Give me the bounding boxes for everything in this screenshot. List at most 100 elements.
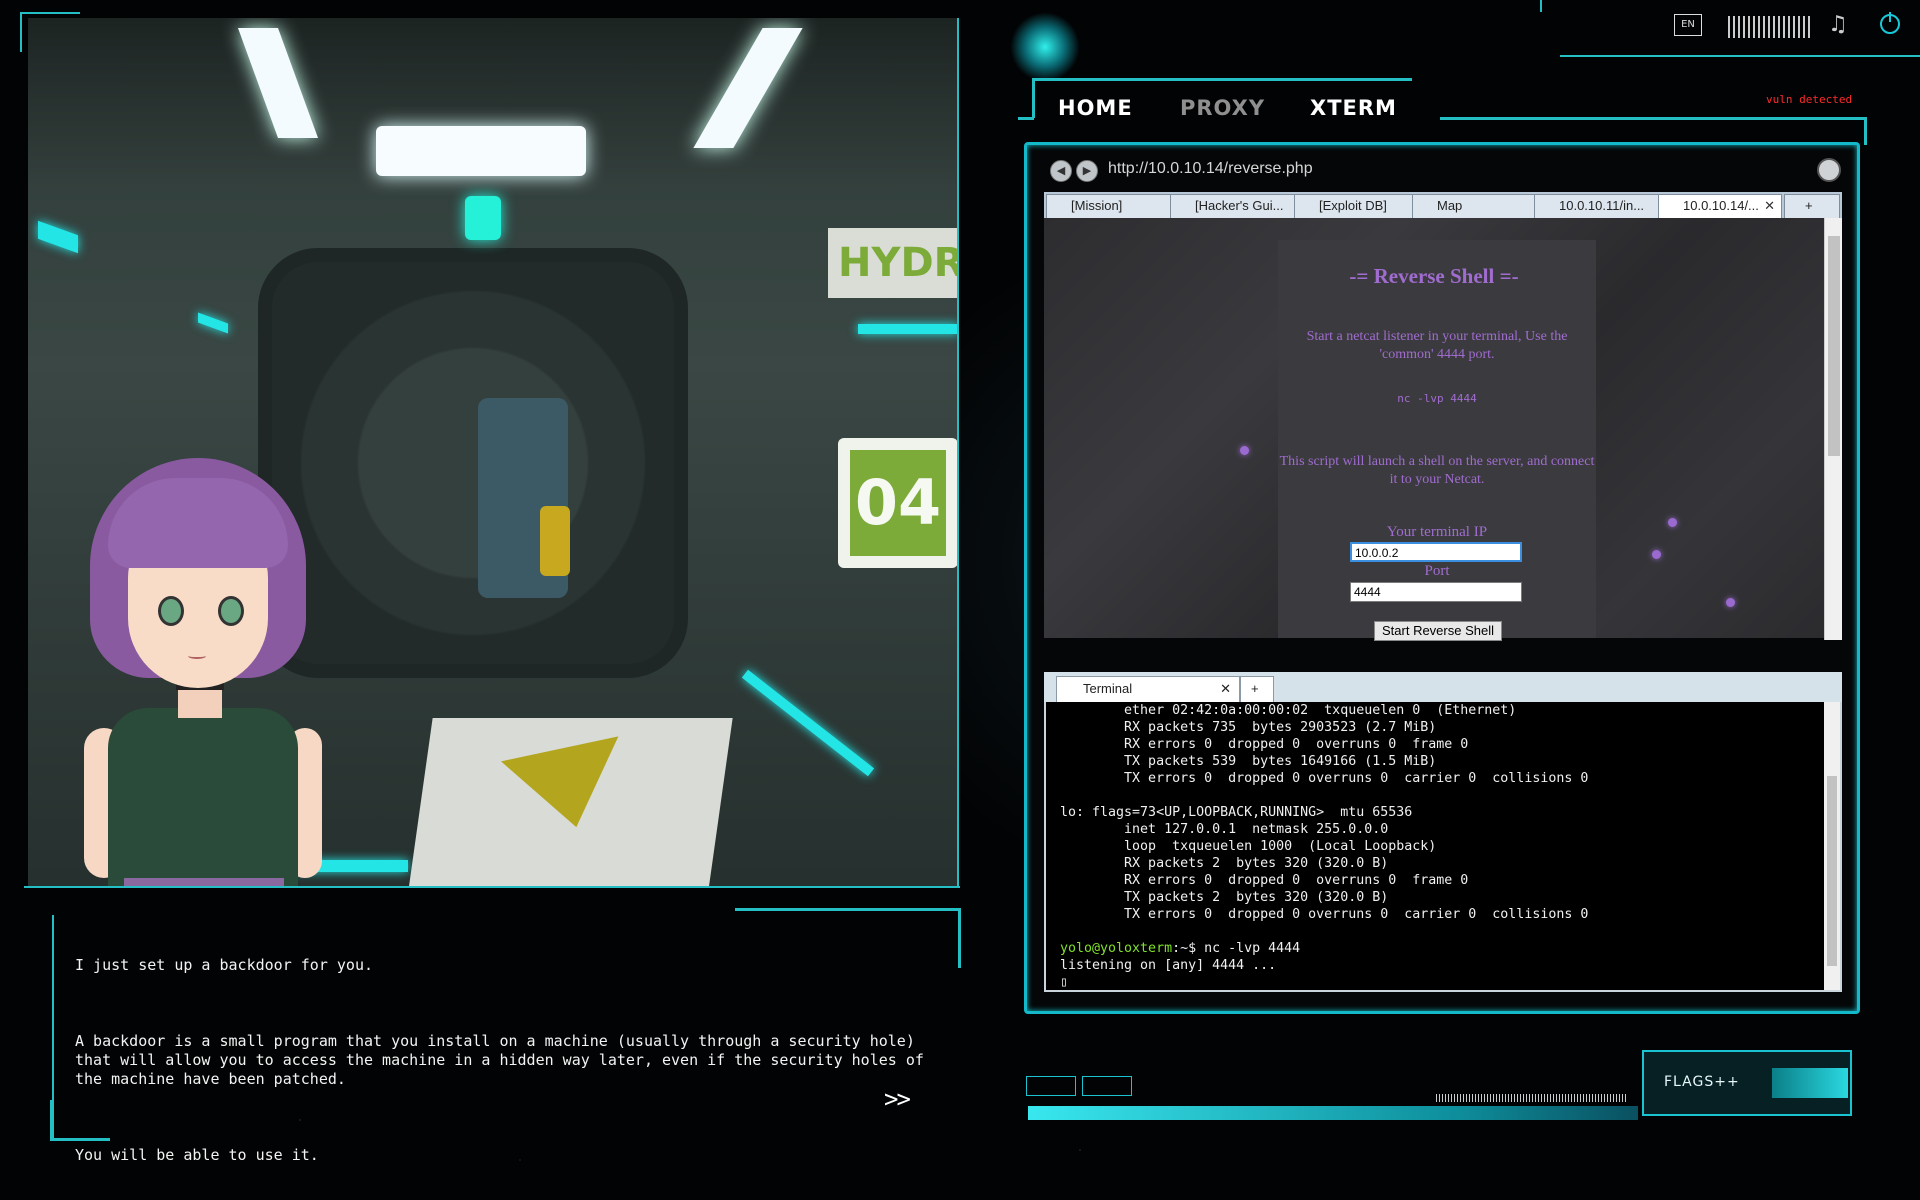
terminal-line: TX errors 0 dropped 0 overruns 0 carrier… xyxy=(1124,907,1589,922)
terminal-line: listening on [any] 4444 ... ▯ xyxy=(1060,958,1277,990)
terminal-line: ether 02:42:0a:00:00:02 txqueuelen 0 (Et… xyxy=(1124,703,1517,718)
tab-home[interactable]: HOME xyxy=(1058,96,1133,120)
dialog-line: You will be able to use it. xyxy=(75,1146,319,1164)
flags-indicator xyxy=(1772,1068,1848,1098)
terminal-line: TX packets 539 bytes 1649166 (1.5 MiB) xyxy=(1124,754,1437,769)
character-skirt xyxy=(124,878,284,886)
port-label: Port xyxy=(1424,563,1450,579)
terminal-text: ether 02:42:0a:00:00:02 txqueuelen 0 (Et… xyxy=(1060,702,1589,990)
particle xyxy=(1668,518,1677,527)
close-tab-icon[interactable]: ✕ xyxy=(1220,677,1231,701)
flags-button[interactable]: FLAGS++ xyxy=(1642,1050,1852,1116)
hud-line xyxy=(1560,55,1920,57)
new-terminal-tab-button[interactable]: + xyxy=(1240,676,1274,702)
terminal-line: loop txqueuelen 1000 (Local Loopback) xyxy=(1124,839,1437,854)
game-scene: HYDROP 04 xyxy=(28,18,957,886)
browser-tab[interactable]: 10.0.10.11/in... xyxy=(1534,194,1660,218)
ip-input[interactable]: 10.0.0.2 xyxy=(1350,542,1522,562)
particle xyxy=(1240,446,1249,455)
terminal-line: RX packets 735 bytes 2903523 (2.7 MiB) xyxy=(1124,720,1437,735)
gas-tank xyxy=(540,506,570,576)
browser-tab-label: 10.0.10.14/... xyxy=(1683,198,1759,213)
character-eye xyxy=(158,596,184,626)
tab-xterm[interactable]: XTERM xyxy=(1310,96,1397,120)
music-note-icon[interactable]: ♫ xyxy=(1828,12,1848,37)
browser-tab-label: Map xyxy=(1437,198,1463,213)
frame-edge xyxy=(957,18,959,888)
terminal-line: RX errors 0 dropped 0 overruns 0 frame 0 xyxy=(1124,737,1469,752)
refresh-icon[interactable] xyxy=(1817,158,1841,182)
power-icon[interactable] xyxy=(1880,12,1900,34)
hud-progress-bar xyxy=(1028,1106,1638,1120)
sign-text: HYDROP xyxy=(838,240,957,286)
dialog-frame xyxy=(52,915,54,1105)
dialog-frame xyxy=(735,908,960,911)
back-button[interactable]: ◀ xyxy=(1050,160,1072,182)
character-top xyxy=(108,708,298,886)
scrollbar-thumb[interactable] xyxy=(1827,776,1837,966)
airlock-door xyxy=(258,248,688,678)
hydroponics-sign: HYDROP xyxy=(828,228,957,298)
particle xyxy=(1652,550,1661,559)
terminal-tabstrip: Terminal ✕ + xyxy=(1044,672,1842,702)
terminal-command: :~$ nc -lvp 4444 xyxy=(1172,941,1301,956)
scrollbar-thumb[interactable] xyxy=(1828,236,1840,456)
hud-ticks xyxy=(1436,1094,1628,1102)
dialog-box: I just set up a backdoor for you. A back… xyxy=(75,918,935,1164)
dialog-frame xyxy=(958,908,961,968)
browser-tab[interactable]: [Exploit DB] xyxy=(1294,194,1416,218)
terminal-line: RX errors 0 dropped 0 overruns 0 frame 0 xyxy=(1124,873,1469,888)
tabbar-frame xyxy=(1440,117,1864,120)
main-tabbar: HOME PROXY XTERM xyxy=(1030,76,1450,122)
tab-proxy[interactable]: PROXY xyxy=(1180,96,1265,120)
character-bangs xyxy=(108,478,288,568)
new-tab-button[interactable]: + xyxy=(1784,194,1840,218)
neon-strip xyxy=(741,669,875,777)
forward-button[interactable]: ▶ xyxy=(1076,160,1098,182)
room-number: 04 xyxy=(850,450,946,556)
start-reverse-shell-button[interactable]: Start Reverse Shell xyxy=(1374,621,1502,641)
dialog-next-button[interactable]: >> xyxy=(884,1085,911,1113)
frame-corner xyxy=(20,12,80,14)
flags-label: FLAGS++ xyxy=(1664,1074,1740,1090)
browser-tab[interactable]: [Mission] xyxy=(1046,194,1174,218)
page-title: -= Reverse Shell =- xyxy=(1349,264,1519,288)
browser-tab[interactable]: [Hacker's Gui... xyxy=(1170,194,1298,218)
terminal-line: inet 127.0.0.1 netmask 255.0.0.0 xyxy=(1124,822,1389,837)
volume-slider[interactable] xyxy=(1728,16,1812,38)
tabbar-frame xyxy=(1018,117,1034,120)
terminal-line: RX packets 2 bytes 320 (320.0 B) xyxy=(1124,856,1389,871)
browser-tab-label: [Exploit DB] xyxy=(1319,198,1387,213)
terminal-line: TX errors 0 dropped 0 overruns 0 carrier… xyxy=(1124,771,1589,786)
room-number-sign: 04 xyxy=(838,438,957,568)
tabbar-frame xyxy=(1864,117,1867,145)
neon-strip xyxy=(38,220,78,254)
page-description: This script will launch a shell on the s… xyxy=(1279,454,1595,487)
terminal-tab[interactable]: Terminal ✕ xyxy=(1056,676,1240,702)
close-tab-icon[interactable]: ✕ xyxy=(1764,195,1775,217)
terminal-tab-label: Terminal xyxy=(1083,681,1133,696)
terminal-output[interactable]: ether 02:42:0a:00:00:02 txqueuelen 0 (Et… xyxy=(1044,702,1842,992)
neon-strip xyxy=(858,324,957,334)
browser-tab-label: [Hacker's Gui... xyxy=(1195,198,1284,213)
new-tab-label: + xyxy=(1805,198,1813,213)
hud-indicator xyxy=(1026,1076,1076,1096)
address-bar[interactable]: http://10.0.10.14/reverse.php xyxy=(1108,160,1313,178)
browser-tab-active[interactable]: 10.0.10.14/... ✕ xyxy=(1658,194,1782,218)
page-command: nc -lvp 4444 xyxy=(1397,392,1477,405)
browser-tab[interactable]: Map xyxy=(1412,194,1538,218)
dialog-line: I just set up a backdoor for you. xyxy=(75,956,374,974)
port-input[interactable]: 4444 xyxy=(1350,582,1522,602)
terminal-line: lo: flags=73<UP,LOOPBACK,RUNNING> mtu 65… xyxy=(1060,805,1413,820)
companion-character xyxy=(78,458,322,886)
frame-corner xyxy=(20,12,22,52)
terminal-prompt: yolo@yoloxterm xyxy=(1060,941,1173,956)
language-button[interactable]: EN xyxy=(1674,14,1702,36)
terminal-line: TX packets 2 bytes 320 (320.0 B) xyxy=(1124,890,1389,905)
browser-tab-label: 10.0.10.11/in... xyxy=(1559,198,1645,213)
particle xyxy=(1726,598,1735,607)
dialog-line: A backdoor is a small program that you i… xyxy=(75,1032,933,1088)
page-scrollbar[interactable] xyxy=(1824,218,1842,640)
terminal-scrollbar[interactable] xyxy=(1824,702,1840,990)
ceiling-light xyxy=(376,126,586,176)
